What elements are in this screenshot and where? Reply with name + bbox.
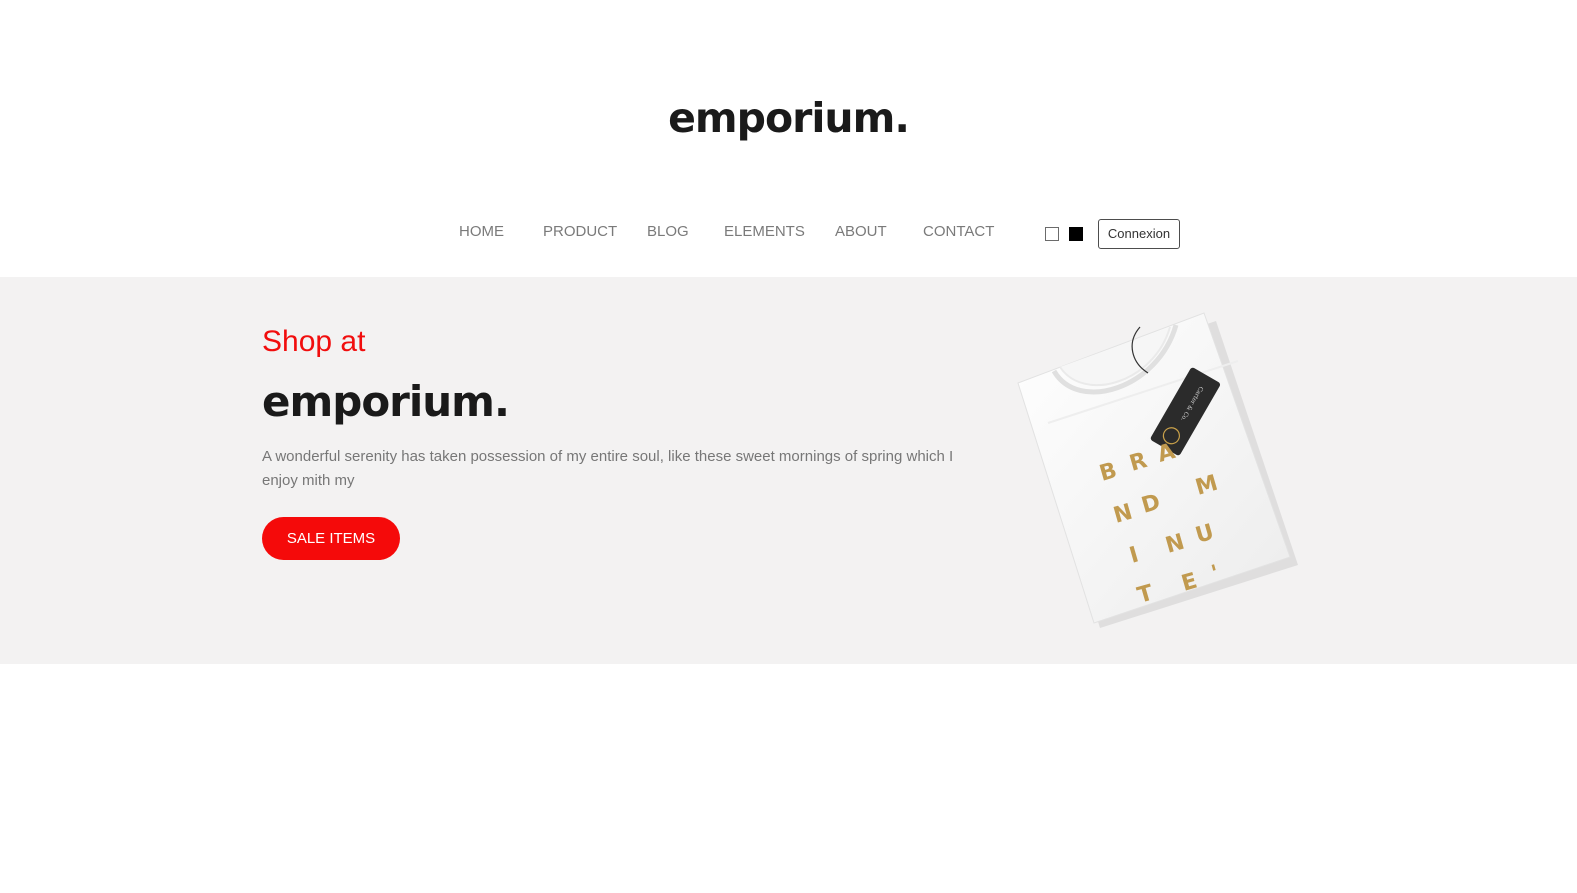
hero-title: emporium. (262, 377, 510, 426)
nav-item-product[interactable]: PRODUCT (543, 223, 617, 240)
hero-section: Shop at emporium. A wonderful serenity h… (0, 277, 1577, 664)
nav-item-elements[interactable]: ELEMENTS (724, 223, 805, 240)
folded-tshirt-image: Carter & Co. B R A N D M I N U T E ' (1017, 312, 1298, 628)
nav-item-about[interactable]: ABOUT (835, 223, 887, 240)
nav-item-home[interactable]: HOME (459, 223, 504, 240)
nav-item-blog[interactable]: BLOG (647, 223, 689, 240)
main-navigation: HOME PRODUCT BLOG ELEMENTS ABOUT CONTACT… (0, 219, 1577, 249)
sale-items-button[interactable]: SALE ITEMS (262, 517, 400, 560)
hero-description: A wonderful serenity has taken possessio… (262, 448, 954, 489)
hero-eyebrow: Shop at (262, 325, 366, 358)
dark-theme-swatch[interactable] (1069, 227, 1083, 241)
light-theme-swatch[interactable] (1045, 227, 1059, 241)
nav-item-contact[interactable]: CONTACT (923, 223, 994, 240)
site-logo[interactable]: emporium. (0, 98, 1577, 139)
connexion-button[interactable]: Connexion (1098, 219, 1180, 249)
